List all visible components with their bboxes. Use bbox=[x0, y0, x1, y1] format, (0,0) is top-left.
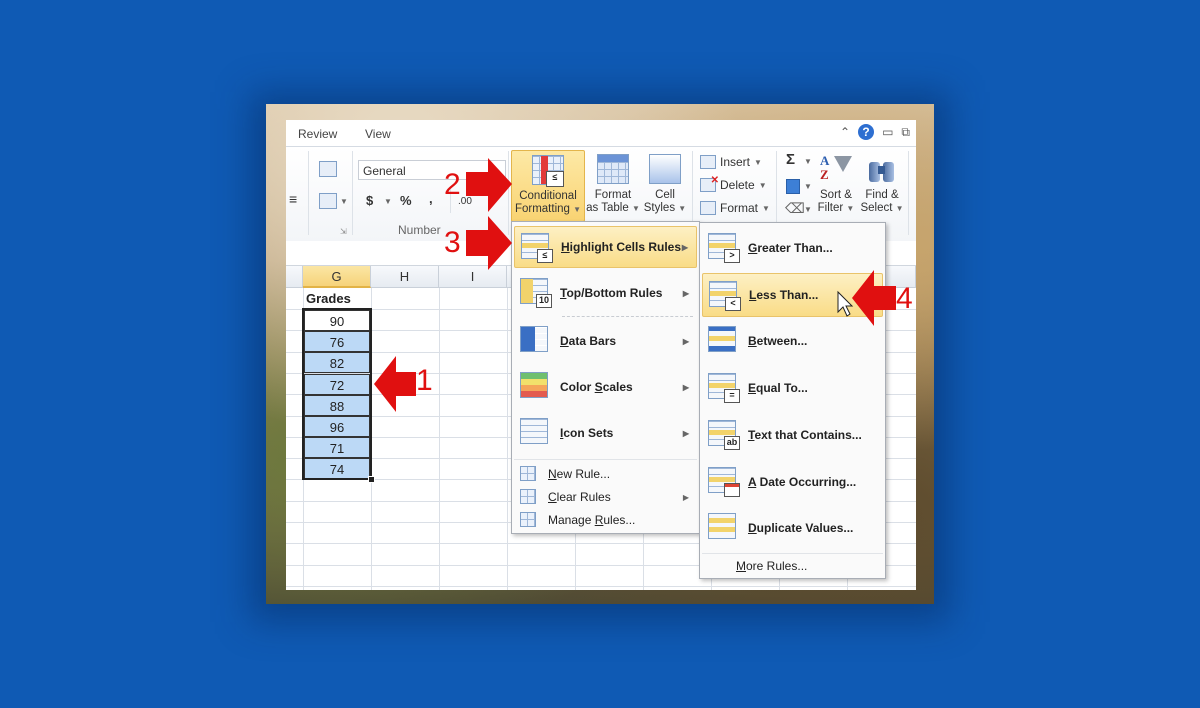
red-arrow-step-2 bbox=[466, 158, 512, 212]
step-number-3: 3 bbox=[444, 226, 461, 259]
step-number-2: 2 bbox=[444, 168, 461, 201]
red-arrow-step-3 bbox=[466, 216, 512, 270]
step-number-4: 4 bbox=[896, 282, 913, 315]
mouse-cursor-icon bbox=[837, 290, 854, 317]
annotation-layer bbox=[374, 158, 896, 412]
step-number-1: 1 bbox=[416, 364, 433, 397]
red-arrow-step-4 bbox=[852, 270, 896, 326]
red-arrow-step-1 bbox=[374, 356, 416, 412]
